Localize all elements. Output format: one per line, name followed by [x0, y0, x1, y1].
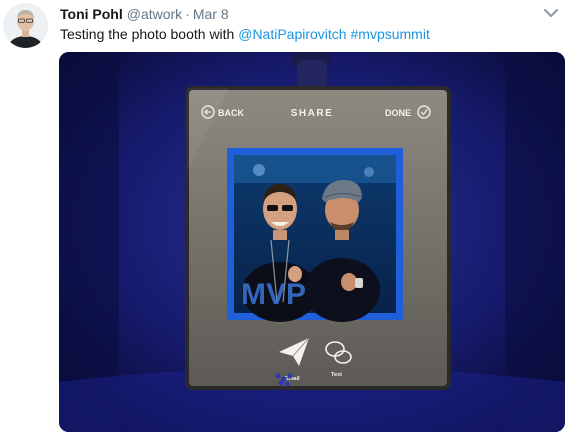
photo-booth-scene: BACK SHARE DONE MVP Email Text [59, 52, 565, 432]
tweet-text: Testing the photo booth with @NatiPapiro… [60, 25, 430, 43]
booth-title: SHARE [291, 108, 334, 119]
tweet-date[interactable]: Mar 8 [193, 6, 229, 22]
avatar[interactable] [3, 3, 48, 48]
tweet-header: Toni Pohl @atwork · Mar 8 [60, 4, 229, 24]
header-separator: · [185, 6, 190, 22]
frame-brand-text: MVP [241, 278, 306, 311]
author-handle[interactable]: @atwork [127, 6, 182, 22]
tweet-text-body: Testing the photo booth with [60, 26, 239, 42]
author-name[interactable]: Toni Pohl [60, 6, 123, 22]
text-share-label[interactable]: Text [331, 372, 342, 378]
tweet-card: Toni Pohl @atwork · Mar 8 Testing the photo… [0, 0, 566, 433]
mention-link[interactable]: @NatiPapirovitch [238, 26, 346, 42]
booth-done-label[interactable]: DONE [385, 108, 411, 118]
hashtag-link[interactable]: #mvpsummit [351, 26, 430, 42]
avatar-image [3, 3, 48, 48]
chevron-down-icon[interactable] [542, 6, 560, 20]
tweet-photo[interactable]: BACK SHARE DONE MVP Email Text [59, 52, 565, 432]
booth-back-label[interactable]: BACK [218, 108, 244, 118]
email-share-label[interactable]: Email [285, 376, 300, 382]
